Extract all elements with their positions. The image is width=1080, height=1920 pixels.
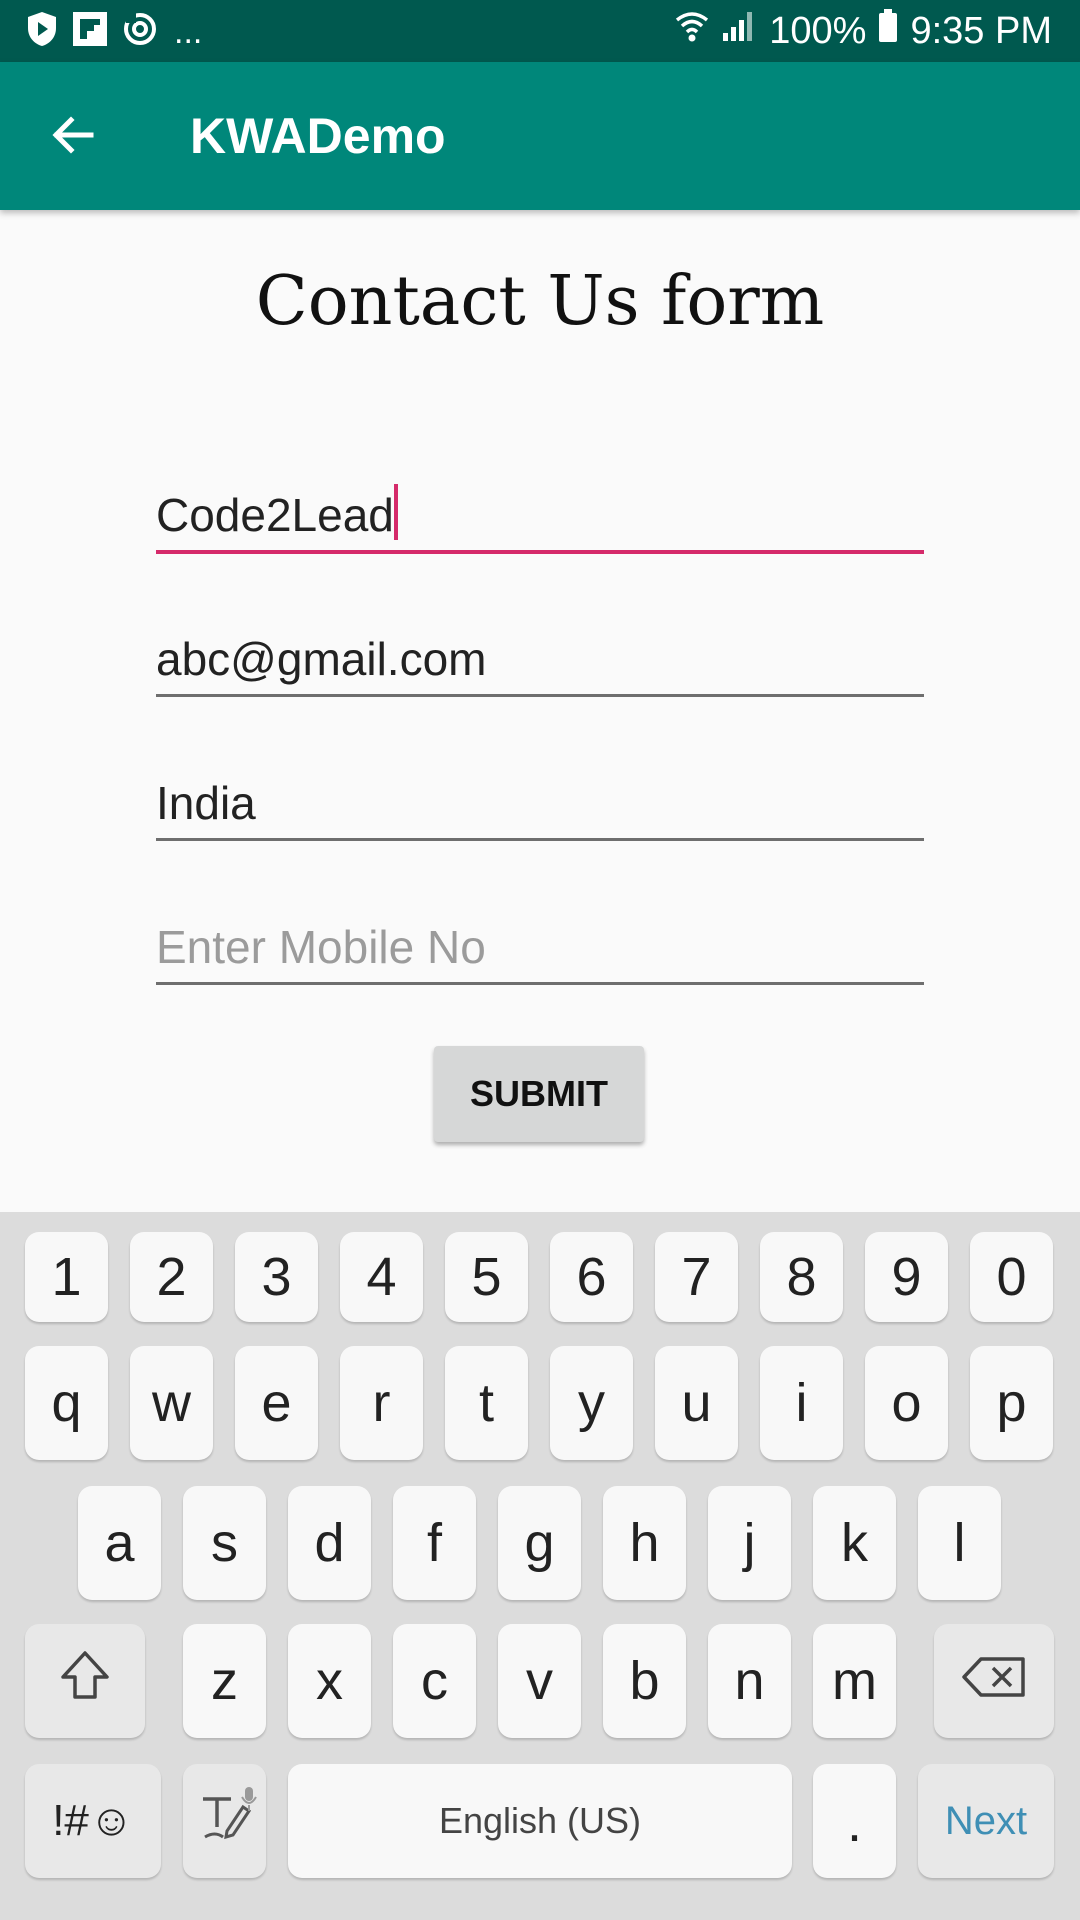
back-button[interactable] bbox=[40, 104, 106, 170]
key-8[interactable]: 8 bbox=[760, 1232, 843, 1322]
wifi-icon bbox=[675, 8, 709, 54]
key-v[interactable]: v bbox=[498, 1624, 581, 1738]
sync-icon bbox=[122, 11, 158, 52]
soft-keyboard: 1 2 3 4 5 6 7 8 9 0 q w e r t y u i o p … bbox=[0, 1212, 1080, 1920]
flipboard-icon bbox=[72, 11, 108, 52]
app-title: KWADemo bbox=[190, 108, 446, 164]
key-2[interactable]: 2 bbox=[130, 1232, 213, 1322]
mobile-field[interactable] bbox=[156, 910, 924, 985]
text-cursor bbox=[394, 484, 398, 540]
key-7[interactable]: 7 bbox=[655, 1232, 738, 1322]
key-n[interactable]: n bbox=[708, 1624, 791, 1738]
key-w[interactable]: w bbox=[130, 1346, 213, 1460]
key-4[interactable]: 4 bbox=[340, 1232, 423, 1322]
status-bar: ... 100% 9:35 PM bbox=[0, 0, 1080, 62]
key-b[interactable]: b bbox=[603, 1624, 686, 1738]
key-i[interactable]: i bbox=[760, 1346, 843, 1460]
key-0[interactable]: 0 bbox=[970, 1232, 1053, 1322]
key-g[interactable]: g bbox=[498, 1486, 581, 1600]
arrow-back-icon bbox=[49, 111, 97, 164]
next-key[interactable]: Next bbox=[918, 1764, 1054, 1878]
more-notifications-indicator: ... bbox=[174, 12, 203, 51]
handwriting-key[interactable] bbox=[183, 1764, 266, 1878]
key-t[interactable]: t bbox=[445, 1346, 528, 1460]
email-input[interactable] bbox=[156, 632, 916, 686]
clock: 9:35 PM bbox=[910, 9, 1052, 52]
key-q[interactable]: q bbox=[25, 1346, 108, 1460]
mobile-input[interactable] bbox=[156, 920, 916, 974]
battery-percent: 100% bbox=[769, 9, 867, 52]
shift-icon bbox=[57, 1647, 113, 1716]
backspace-key[interactable] bbox=[934, 1624, 1054, 1738]
symbols-key[interactable]: !#☺ bbox=[25, 1764, 161, 1878]
key-p[interactable]: p bbox=[970, 1346, 1053, 1460]
key-h[interactable]: h bbox=[603, 1486, 686, 1600]
key-c[interactable]: c bbox=[393, 1624, 476, 1738]
key-z[interactable]: z bbox=[183, 1624, 266, 1738]
key-o[interactable]: o bbox=[865, 1346, 948, 1460]
name-input[interactable] bbox=[156, 488, 916, 542]
period-key[interactable]: . bbox=[813, 1764, 896, 1878]
country-field[interactable] bbox=[156, 766, 924, 841]
name-field[interactable] bbox=[156, 478, 924, 554]
app-bar: KWADemo bbox=[0, 62, 1080, 210]
key-k[interactable]: k bbox=[813, 1486, 896, 1600]
key-r[interactable]: r bbox=[340, 1346, 423, 1460]
key-u[interactable]: u bbox=[655, 1346, 738, 1460]
key-x[interactable]: x bbox=[288, 1624, 371, 1738]
email-field[interactable] bbox=[156, 622, 924, 697]
battery-icon bbox=[878, 9, 898, 53]
space-key[interactable]: English (US) bbox=[288, 1764, 792, 1878]
key-1[interactable]: 1 bbox=[25, 1232, 108, 1322]
shield-icon bbox=[26, 10, 58, 53]
key-d[interactable]: d bbox=[288, 1486, 371, 1600]
form-title: Contact Us form bbox=[255, 262, 825, 341]
key-6[interactable]: 6 bbox=[550, 1232, 633, 1322]
mic-icon bbox=[240, 1764, 258, 1826]
key-m[interactable]: m bbox=[813, 1624, 896, 1738]
key-a[interactable]: a bbox=[78, 1486, 161, 1600]
key-s[interactable]: s bbox=[183, 1486, 266, 1600]
key-5[interactable]: 5 bbox=[445, 1232, 528, 1322]
shift-key[interactable] bbox=[25, 1624, 145, 1738]
signal-icon bbox=[721, 9, 757, 53]
key-9[interactable]: 9 bbox=[865, 1232, 948, 1322]
backspace-icon bbox=[961, 1650, 1027, 1712]
key-l[interactable]: l bbox=[918, 1486, 1001, 1600]
key-3[interactable]: 3 bbox=[235, 1232, 318, 1322]
country-input[interactable] bbox=[156, 776, 916, 830]
key-j[interactable]: j bbox=[708, 1486, 791, 1600]
key-f[interactable]: f bbox=[393, 1486, 476, 1600]
key-e[interactable]: e bbox=[235, 1346, 318, 1460]
submit-button[interactable]: SUBMIT bbox=[434, 1046, 644, 1142]
key-y[interactable]: y bbox=[550, 1346, 633, 1460]
